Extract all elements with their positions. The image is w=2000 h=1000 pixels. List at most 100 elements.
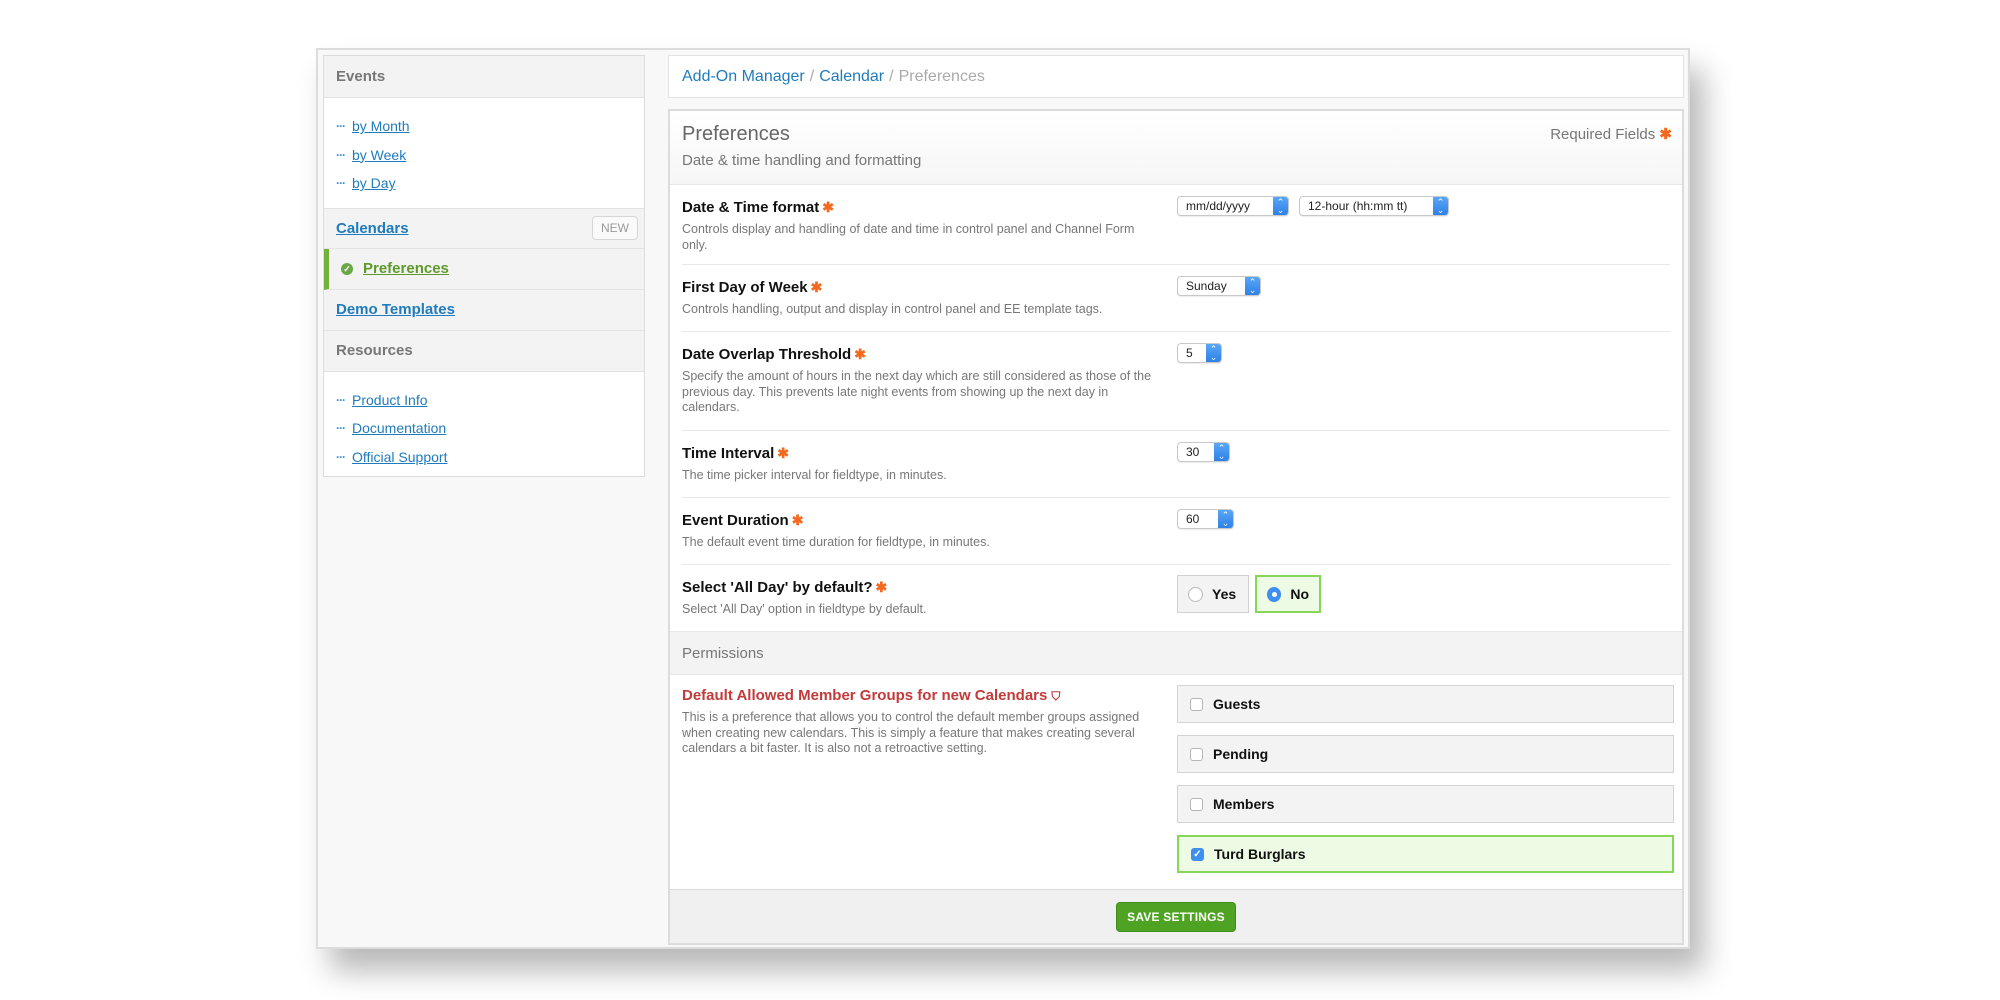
first-day-select[interactable]: Sunday ⌃ ⌄	[1177, 276, 1261, 296]
check-circle-icon: ✓	[341, 262, 353, 275]
save-settings-button[interactable]: SAVE SETTINGS	[1116, 901, 1236, 932]
link-label[interactable]: by Week	[352, 147, 406, 163]
field-first-day-of-week: First Day of Week ✱ Controls handling, ou…	[682, 265, 1670, 332]
required-star-icon: ✱	[777, 445, 789, 461]
all-day-no-option[interactable]: No	[1255, 575, 1321, 613]
sidebar-link-product-info[interactable]: ··· Product Info	[336, 386, 632, 415]
member-group-pending[interactable]: Pending	[1177, 735, 1674, 773]
sidebar-link-documentation[interactable]: ··· Documentation	[336, 414, 632, 443]
sidebar-heading-resources: Resources	[324, 330, 644, 372]
field-date-time-format: Date & Time format ✱ Controls display and…	[682, 185, 1670, 265]
field-all-day-default: Select 'All Day' by default? ✱ Select 'Al…	[682, 565, 1670, 631]
field-description: Controls display and handling of date an…	[682, 222, 1135, 252]
field-description: This is a preference that allows you to …	[682, 710, 1140, 755]
dots-icon: ···	[336, 119, 346, 134]
sidebar-item-preferences[interactable]: ✓ Preferences	[324, 248, 644, 290]
field-default-member-groups: Default Allowed Member Groups for new Ca…	[682, 675, 1674, 889]
field-event-duration: Event Duration ✱ The default event time d…	[682, 498, 1670, 565]
field-label-text: Event Duration	[682, 512, 789, 529]
resources-links: ··· Product Info ··· Documentation ··· O…	[324, 372, 644, 482]
sidebar-link-demo-templates[interactable]: Demo Templates	[336, 301, 455, 318]
all-day-yes-option[interactable]: Yes	[1177, 575, 1249, 613]
time-interval-select[interactable]: 30 ⌃ ⌄	[1177, 442, 1230, 462]
group-label: Guests	[1213, 696, 1261, 712]
breadcrumb-current: Preferences	[898, 67, 985, 85]
select-value: Sunday	[1186, 279, 1227, 293]
field-label-text: Select 'All Day' by default?	[682, 579, 873, 596]
field-label-text: First Day of Week	[682, 279, 808, 296]
panel-header: Preferences Date & time handling and for…	[670, 111, 1682, 185]
sidebar: Events ··· by Month ··· by Week ··· by D…	[323, 55, 645, 477]
radio-checked-icon[interactable]	[1267, 586, 1282, 602]
link-label[interactable]: by Day	[352, 175, 396, 191]
field-label: Select 'All Day' by default? ✱	[682, 579, 1157, 596]
field-description: The default event time duration for fiel…	[682, 535, 990, 549]
permissions-heading: Permissions	[670, 631, 1682, 675]
field-time-interval: Time Interval ✱ The time picker interval …	[682, 431, 1670, 498]
link-label[interactable]: Product Info	[352, 392, 428, 408]
field-label: Date Overlap Threshold ✱	[682, 346, 1157, 363]
required-star-icon: ✱	[854, 346, 866, 362]
select-arrows-icon: ⌃ ⌄	[1273, 197, 1288, 215]
required-star-icon: ✱	[822, 199, 834, 215]
date-format-select[interactable]: mm/dd/yyyy ⌃ ⌄	[1177, 196, 1289, 216]
required-star-icon: ✱	[791, 512, 804, 528]
time-format-select[interactable]: 12-hour (hh:mm tt) ⌃ ⌄	[1299, 196, 1449, 216]
new-calendar-button[interactable]: NEW	[592, 216, 638, 240]
checkbox-unchecked-icon[interactable]	[1190, 697, 1203, 711]
sidebar-section-calendars: Calendars NEW	[324, 207, 644, 249]
select-arrows-icon: ⌃ ⌄	[1206, 344, 1221, 362]
field-label-text: Time Interval	[682, 445, 775, 462]
overlap-threshold-select[interactable]: 5 ⌃ ⌄	[1177, 343, 1222, 363]
select-value: 60	[1186, 512, 1200, 526]
checkbox-unchecked-icon[interactable]	[1190, 797, 1203, 811]
sidebar-link-by-day[interactable]: ··· by Day	[336, 169, 632, 198]
sidebar-heading-events: Events	[324, 56, 644, 98]
select-value: mm/dd/yyyy	[1186, 199, 1251, 213]
member-group-turd-burglars[interactable]: ✓ Turd Burglars	[1177, 835, 1674, 873]
required-star-icon: ✱	[875, 579, 888, 595]
select-value: 5	[1186, 346, 1193, 360]
link-label[interactable]: Official Support	[352, 449, 447, 465]
field-description: The time picker interval for fieldtype, …	[682, 468, 947, 482]
checkbox-checked-icon[interactable]: ✓	[1191, 847, 1204, 861]
preferences-panel: Preferences Date & time handling and for…	[668, 109, 1684, 945]
field-label-text: Default Allowed Member Groups for new Ca…	[682, 687, 1048, 704]
field-label: First Day of Week ✱	[682, 279, 1157, 296]
breadcrumb: Add-On Manager / Calendar / Preferences	[668, 55, 1684, 98]
option-label: Yes	[1212, 586, 1237, 602]
field-date-overlap-threshold: Date Overlap Threshold ✱ Specify the amou…	[682, 332, 1670, 431]
required-fields-note: Required Fields ✱	[1550, 125, 1672, 143]
member-group-members[interactable]: Members	[1177, 785, 1674, 823]
radio-unchecked-icon[interactable]	[1188, 586, 1203, 602]
sidebar-link-calendars[interactable]: Calendars	[336, 220, 409, 237]
sidebar-link-by-month[interactable]: ··· by Month	[336, 112, 632, 141]
dots-icon: ···	[336, 421, 346, 436]
breadcrumb-calendar[interactable]: Calendar	[819, 68, 884, 86]
checkbox-unchecked-icon[interactable]	[1190, 747, 1203, 761]
select-arrows-icon: ⌃ ⌄	[1214, 443, 1229, 461]
select-arrows-icon: ⌃ ⌄	[1245, 277, 1260, 295]
link-label[interactable]: by Month	[352, 118, 410, 134]
group-label: Members	[1213, 796, 1275, 812]
app-window: Events ··· by Month ··· by Week ··· by D…	[316, 48, 1690, 949]
sidebar-link-preferences[interactable]: Preferences	[363, 260, 449, 277]
select-value: 30	[1186, 445, 1200, 459]
dots-icon: ···	[336, 449, 346, 464]
panel-footer: SAVE SETTINGS	[670, 889, 1682, 943]
select-arrows-icon: ⌃ ⌄	[1433, 197, 1448, 215]
shield-icon: ⛉	[1051, 689, 1061, 703]
field-description: Select 'All Day' option in fieldtype by …	[682, 602, 927, 616]
events-links: ··· by Month ··· by Week ··· by Day	[324, 98, 644, 208]
field-description: Specify the amount of hours in the next …	[682, 369, 1152, 414]
link-label[interactable]: Documentation	[352, 420, 446, 436]
breadcrumb-add-on-manager[interactable]: Add-On Manager	[682, 68, 805, 86]
sidebar-link-official-support[interactable]: ··· Official Support	[336, 443, 632, 472]
field-label-text: Date & Time format	[682, 199, 820, 216]
required-star-icon: ✱	[810, 279, 823, 295]
field-label: Default Allowed Member Groups for new Ca…	[682, 687, 1157, 704]
event-duration-select[interactable]: 60 ⌃ ⌄	[1177, 509, 1234, 529]
sidebar-link-by-week[interactable]: ··· by Week	[336, 141, 632, 170]
member-group-guests[interactable]: Guests	[1177, 685, 1674, 723]
group-label: Turd Burglars	[1214, 846, 1306, 862]
